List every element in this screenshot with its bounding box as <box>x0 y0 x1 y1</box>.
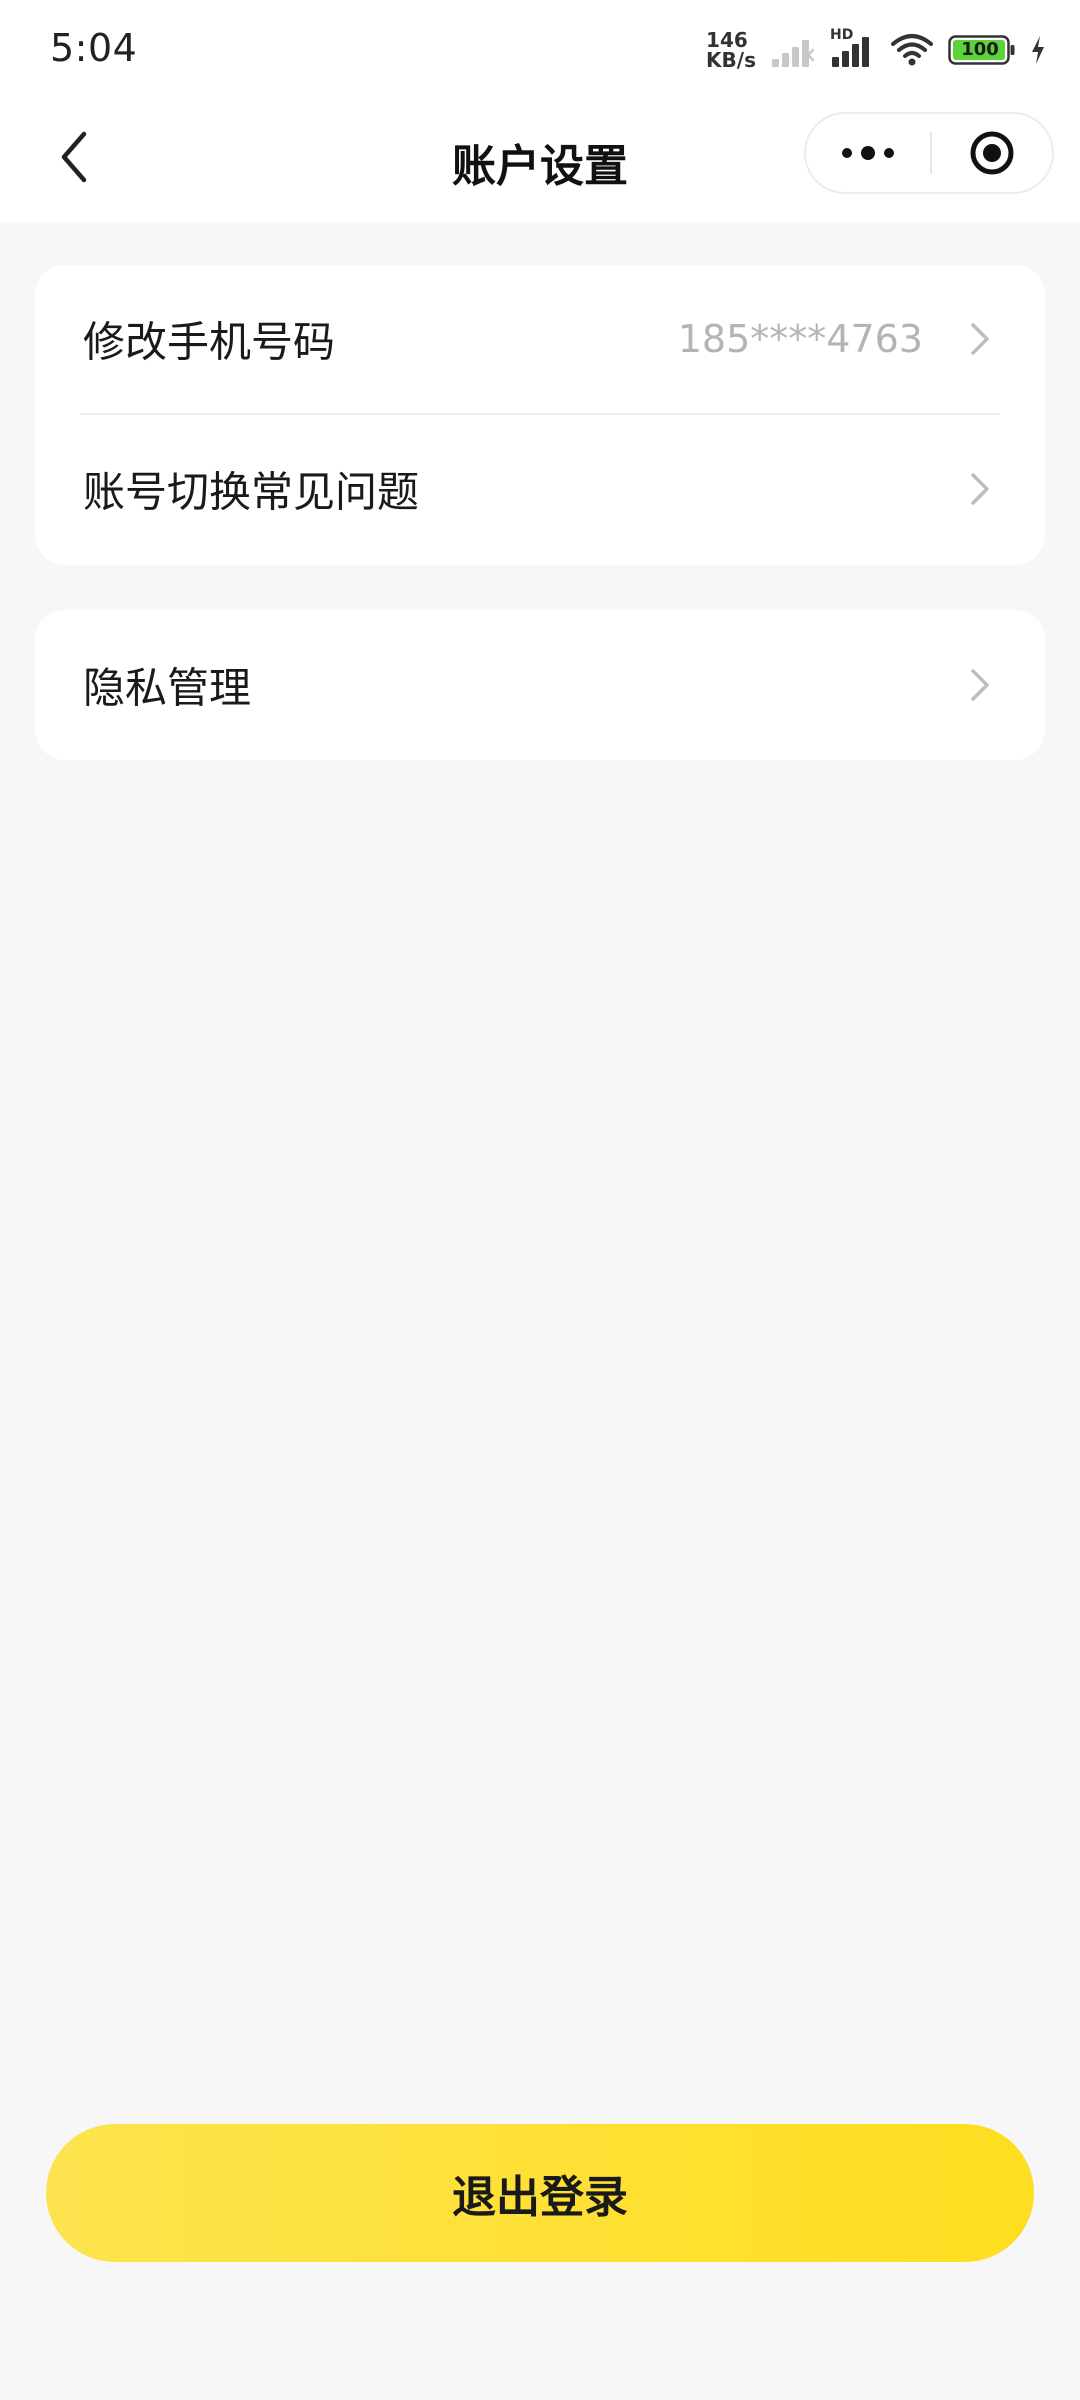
settings-row-change-phone[interactable]: 修改手机号码 185****4763 <box>35 265 1045 413</box>
account-settings-card: 修改手机号码 185****4763 账号切换常见问题 <box>35 265 1045 565</box>
network-speed-value: 146 <box>706 28 748 52</box>
network-speed: 146 KB/s <box>706 30 756 70</box>
status-time: 5:04 <box>50 26 138 70</box>
wifi-icon <box>890 33 934 67</box>
chevron-right-icon <box>971 473 989 505</box>
logout-button[interactable]: 退出登录 <box>46 2124 1034 2262</box>
sim1-signal-icon <box>770 33 816 67</box>
chevron-right-icon <box>971 669 989 701</box>
target-circle-icon <box>970 131 1014 175</box>
nav-bar: 账户设置 <box>0 100 1080 222</box>
settings-row-label: 修改手机号码 <box>83 317 336 367</box>
settings-row-account-switch-faq[interactable]: 账号切换常见问题 <box>35 415 1045 563</box>
battery-icon: 100 <box>948 35 1016 65</box>
mini-program-capsule <box>804 112 1054 194</box>
more-dots-icon <box>842 146 894 160</box>
phone-number-value: 185****4763 <box>677 317 923 361</box>
charging-icon <box>1030 35 1046 65</box>
sim2-signal-icon: HD <box>830 27 876 67</box>
battery-level: 100 <box>961 39 999 60</box>
network-speed-unit: KB/s <box>706 48 756 72</box>
status-icons: 146 KB/s HD 100 <box>706 27 1046 72</box>
hd-label: HD <box>830 27 854 43</box>
close-mini-program-button[interactable] <box>932 114 1052 192</box>
privacy-settings-card: 隐私管理 <box>35 610 1045 760</box>
settings-row-label: 隐私管理 <box>83 663 252 713</box>
more-button[interactable] <box>806 114 930 192</box>
settings-row-label: 账号切换常见问题 <box>83 467 420 517</box>
settings-row-privacy[interactable]: 隐私管理 <box>35 610 1045 760</box>
status-bar: 5:04 146 KB/s HD 100 <box>0 0 1080 100</box>
chevron-right-icon <box>971 323 989 355</box>
